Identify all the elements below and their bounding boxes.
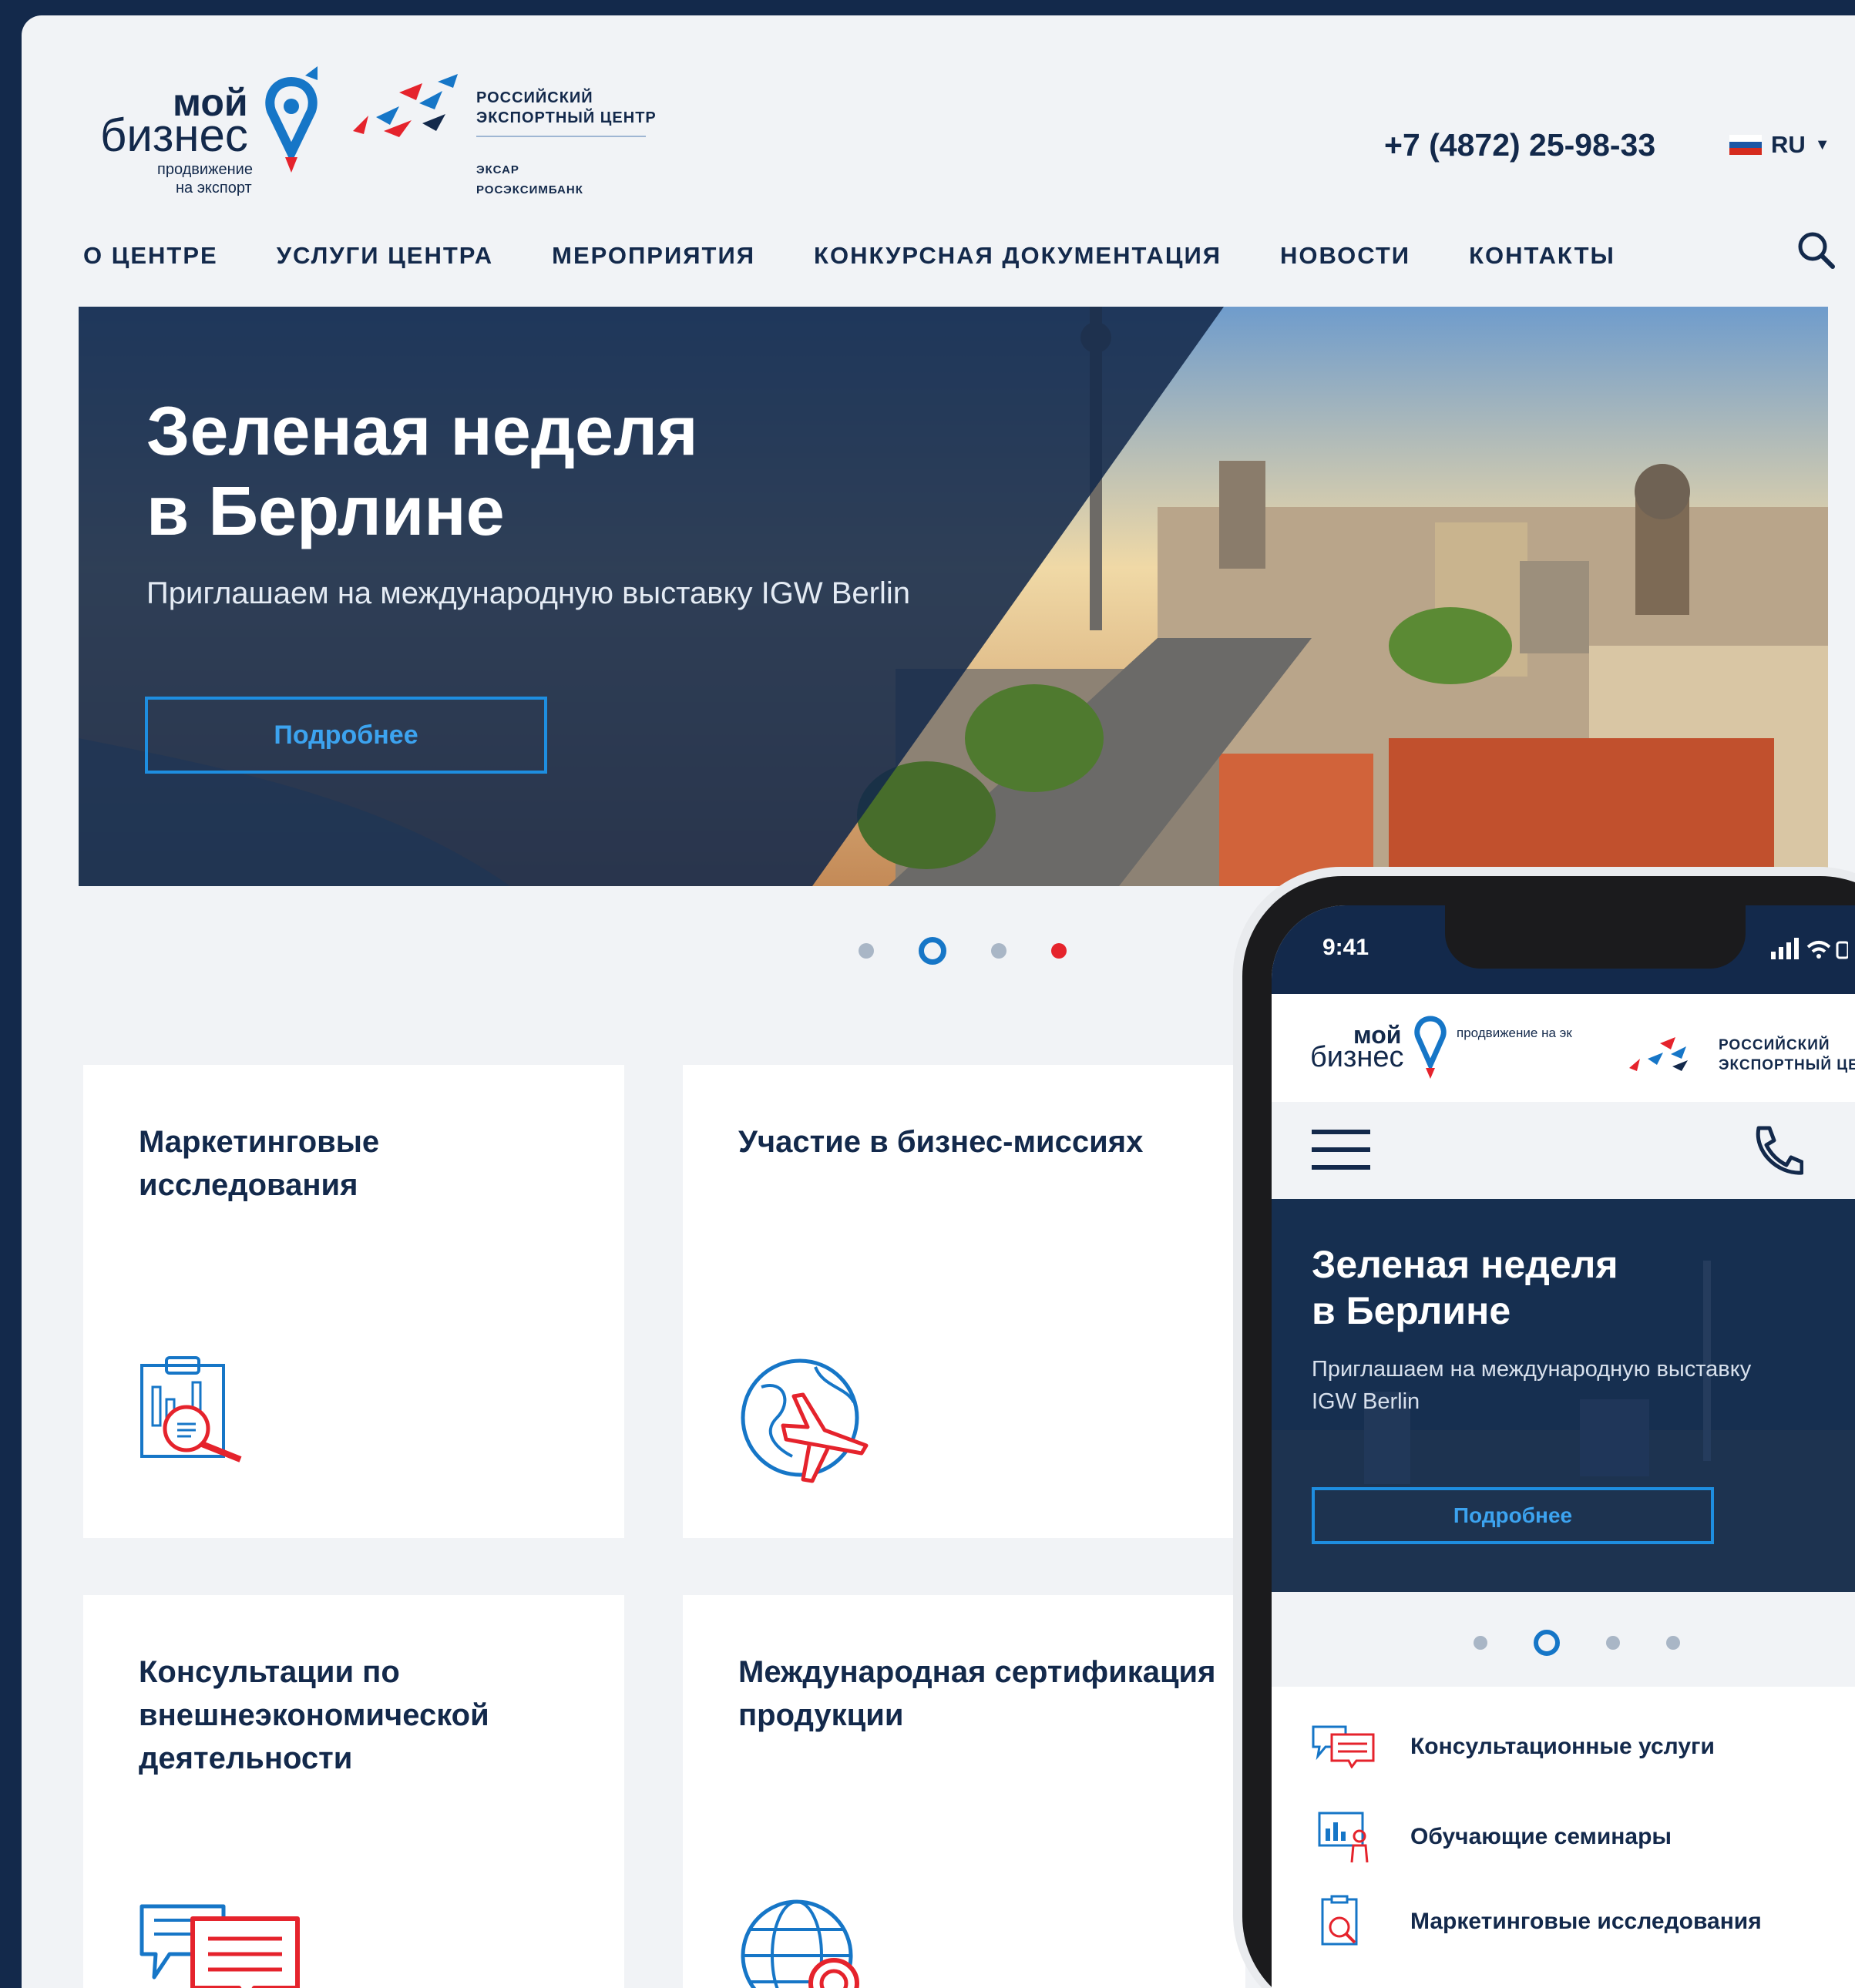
chat-bubbles-icon — [139, 1904, 300, 1988]
svg-text:бизнес: бизнес — [1310, 1041, 1404, 1073]
mobile-service-item-consulting[interactable]: Консультационные услуги — [1312, 1725, 1715, 1768]
mobile-service-item-marketing[interactable]: Маркетинговые исследования — [1312, 1895, 1762, 1949]
svg-text:продвижение на экспорт: продвижение на экспорт — [1457, 1026, 1572, 1040]
signal-wifi-icon — [1771, 938, 1848, 959]
slider-dot-3[interactable] — [991, 943, 1006, 959]
svg-text:на экспорт: на экспорт — [176, 180, 252, 196]
slider-dots — [859, 937, 1067, 965]
mobile-rec-line2: ЭКСПОРТНЫЙ ЦЕНТР — [1719, 1057, 1855, 1073]
language-selector[interactable]: RU ▼ — [1729, 131, 1830, 159]
mobile-service-label: Маркетинговые исследования — [1410, 1909, 1762, 1934]
rec-logo-text: РОССИЙСКИЙ ЭКСПОРТНЫЙ ЦЕНТР — [476, 88, 657, 128]
seminar-board-icon — [1318, 1812, 1369, 1863]
mobile-hero-title: Зеленая неделя в Берлине — [1312, 1241, 1618, 1334]
card-title: Международная сертификация продукции — [738, 1655, 1216, 1732]
mobile-rec-line1: РОССИЙСКИЙ — [1719, 1037, 1830, 1053]
russian-flag-icon — [1729, 135, 1762, 156]
phone-notch — [1445, 905, 1746, 969]
nav-item-about[interactable]: О ЦЕНТРЕ — [83, 242, 218, 270]
svg-text:бизнес: бизнес — [100, 109, 248, 161]
service-card-marketing[interactable]: Маркетинговые исследования — [83, 1065, 624, 1538]
mobile-mockup: 9:41 мой бизнес продвижение на экспорт — [1233, 867, 1855, 1988]
rec-divider — [476, 136, 646, 137]
mobile-service-item-seminars[interactable]: Обучающие семинары — [1312, 1810, 1672, 1864]
hero-subtitle: Приглашаем на международную выставку IGW… — [146, 576, 910, 610]
hero-title: Зеленая неделя в Берлине — [146, 391, 698, 552]
mobile-hero-title-line1: Зеленая неделя — [1312, 1243, 1618, 1286]
slider-dot-1[interactable] — [859, 943, 874, 959]
nav-item-tender-docs[interactable]: КОНКУРСНАЯ ДОКУМЕНТАЦИЯ — [814, 242, 1222, 270]
card-title: Участие в бизнес-миссиях — [738, 1125, 1144, 1159]
hero-banner: Зеленая неделя в Берлине Приглашаем на м… — [79, 307, 1828, 886]
clipboard-magnifier-icon — [140, 1356, 242, 1462]
hero-title-line1: Зеленая неделя — [146, 393, 698, 470]
mobile-hero-subtitle: Приглашаем на международную выставку IGW… — [1312, 1357, 1752, 1414]
clipboard-magnifier-icon — [1321, 1895, 1358, 1946]
globe-airplane-icon — [741, 1358, 869, 1483]
mobile-hero-banner: Зеленая неделя в Берлине Приглашаем на м… — [1272, 1199, 1855, 1592]
service-card-consulting[interactable]: Консультации по внешнеэкономической деят… — [83, 1595, 624, 1988]
mobile-status-bar: 9:41 — [1272, 905, 1855, 994]
search-icon[interactable] — [1794, 228, 1837, 271]
mobile-service-label: Обучающие семинары — [1410, 1824, 1672, 1849]
globe-certificate-icon — [741, 1899, 859, 1988]
mobile-slider-dot-4[interactable] — [1666, 1636, 1680, 1650]
rec-line2: ЭКСПОРТНЫЙ ЦЕНТР — [476, 109, 657, 126]
rec-line1: РОССИЙСКИЙ — [476, 89, 593, 106]
status-time: 9:41 — [1322, 935, 1369, 960]
nav-item-news[interactable]: НОВОСТИ — [1280, 242, 1410, 270]
mobile-header: мой бизнес продвижение на экспорт РОССИЙ… — [1272, 994, 1855, 1102]
nav-item-services[interactable]: УСЛУГИ ЦЕНТРА — [277, 242, 493, 270]
slider-dot-2[interactable] — [919, 937, 946, 965]
service-card-certification[interactable]: Международная сертификация продукции — [683, 1595, 1245, 1988]
nav-item-events[interactable]: МЕРОПРИЯТИЯ — [552, 242, 755, 270]
mobile-services-list: Консультационные услуги Обучающие семина… — [1272, 1687, 1855, 1988]
hero-title-line2: в Берлине — [146, 473, 505, 550]
moy-biznes-logo[interactable]: мой бизнес продвижение на экспорт — [82, 60, 336, 199]
rec-emblem-icon — [353, 74, 458, 137]
logo-graphic: мой бизнес продвижение на экспорт — [100, 66, 318, 196]
mobile-rec-emblem-icon — [1629, 1037, 1688, 1071]
rec-logo[interactable]: РОССИЙСКИЙ ЭКСПОРТНЫЙ ЦЕНТР ЭКСАР РОСЭКС… — [345, 69, 669, 208]
phone-call-icon[interactable] — [1749, 1123, 1803, 1177]
mobile-slider-dot-3[interactable] — [1606, 1636, 1620, 1650]
hero-more-button[interactable]: Подробнее — [145, 697, 547, 774]
mobile-service-label: Консультационные услуги — [1410, 1734, 1715, 1759]
header-phone-link[interactable]: +7 (4872) 25-98-33 — [1384, 127, 1655, 163]
nav-item-contacts[interactable]: КОНТАКТЫ — [1469, 242, 1615, 270]
mobile-moy-biznes-logo[interactable]: мой бизнес продвижение на экспорт — [1310, 1011, 1572, 1088]
mobile-toolbar — [1272, 1102, 1855, 1199]
mobile-slider-dot-1[interactable] — [1474, 1636, 1487, 1650]
service-card-missions[interactable]: Участие в бизнес-миссиях — [683, 1065, 1245, 1538]
exiar-label: ЭКСАР — [476, 163, 519, 176]
mobile-slider-dots — [1474, 1630, 1680, 1656]
rec-sublogos: ЭКСАР РОСЭКСИМБАНК — [476, 160, 583, 200]
hamburger-menu-icon[interactable] — [1312, 1127, 1370, 1173]
card-title: Консультации по внешнеэкономической деят… — [139, 1655, 489, 1775]
svg-text:продвижение: продвижение — [157, 161, 253, 178]
eximbank-label: РОСЭКСИМБАНК — [476, 183, 583, 196]
mobile-hero-title-line2: в Берлине — [1312, 1289, 1511, 1332]
card-title: Маркетинговые исследования — [139, 1125, 380, 1202]
main-nav: О ЦЕНТРЕ УСЛУГИ ЦЕНТРА МЕРОПРИЯТИЯ КОНКУ… — [83, 242, 1615, 270]
chat-icon — [1312, 1725, 1375, 1768]
mobile-screen: 9:41 мой бизнес продвижение на экспорт — [1272, 905, 1855, 1988]
chevron-down-icon: ▼ — [1814, 136, 1830, 153]
mobile-hero-more-button[interactable]: Подробнее — [1312, 1487, 1714, 1544]
language-label: RU — [1771, 131, 1806, 158]
mobile-slider-dot-2[interactable] — [1534, 1630, 1560, 1656]
slider-dot-4[interactable] — [1051, 943, 1067, 959]
mobile-rec-text: РОССИЙСКИЙ ЭКСПОРТНЫЙ ЦЕНТР — [1719, 1036, 1855, 1076]
